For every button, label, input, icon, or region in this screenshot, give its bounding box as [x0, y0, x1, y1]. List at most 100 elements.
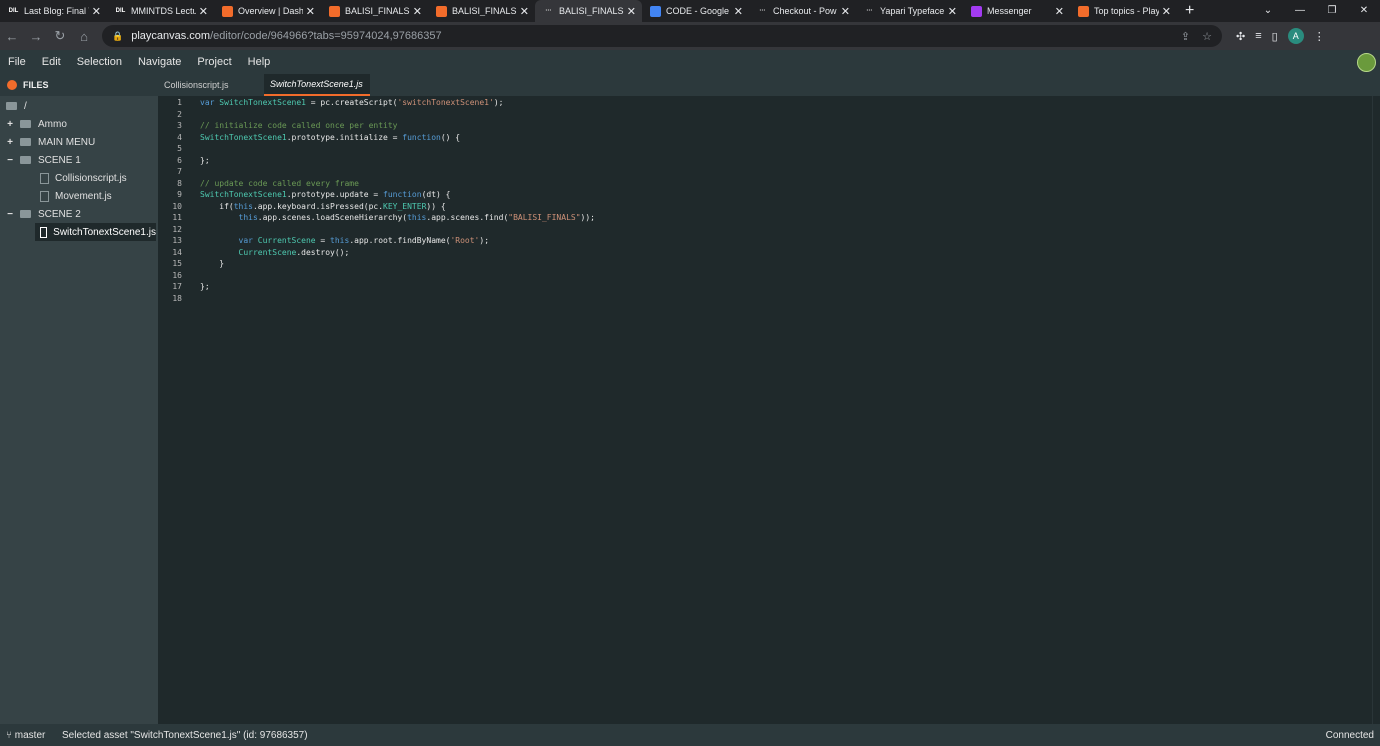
browser-tab[interactable]: Overview | Dash ✕	[214, 0, 321, 22]
tree-file-item[interactable]: Collisionscript.js	[0, 169, 158, 187]
tree-file-item[interactable]: Movement.js	[0, 187, 158, 205]
expand-toggle-icon[interactable]: +	[4, 119, 16, 130]
browser-tab[interactable]: ··· Checkout - Pow ✕	[749, 0, 856, 22]
share-icon[interactable]: ⇪	[1181, 30, 1190, 43]
close-tab-icon[interactable]: ✕	[1162, 5, 1171, 18]
files-panel-title: FILES	[23, 80, 49, 90]
line-number: 10	[172, 201, 182, 211]
menu-file[interactable]: File	[0, 56, 34, 68]
extensions-puzzle-icon[interactable]: ✣	[1236, 30, 1245, 43]
line-number: 13	[172, 236, 182, 245]
back-icon[interactable]: ←	[0, 29, 24, 44]
code-token: =	[315, 236, 331, 245]
code-text: };	[200, 155, 210, 167]
profile-avatar[interactable]: A	[1287, 28, 1304, 44]
code-editor[interactable]: 1 var SwitchTonextScene1 = pc.createScrip…	[158, 96, 1380, 724]
browser-tab[interactable]: Top topics - Play ✕	[1070, 0, 1177, 22]
expand-toggle-icon[interactable]: −	[4, 209, 16, 220]
code-line: 15 }	[158, 258, 1358, 270]
google-docs-favicon-icon	[650, 5, 661, 17]
reload-icon[interactable]: ↻	[48, 28, 72, 44]
menu-selection[interactable]: Selection	[69, 56, 130, 68]
folder-icon	[20, 210, 31, 218]
close-tab-icon[interactable]: ✕	[413, 5, 422, 18]
browser-tab[interactable]: CODE - Google ✕	[642, 0, 749, 22]
media-control-icon[interactable]: ≡	[1255, 30, 1261, 42]
browser-tab[interactable]: DIL MMINTDS Lectu ✕	[107, 0, 214, 22]
browser-tab-title: MMINTDS Lectu	[131, 6, 196, 16]
close-tab-icon[interactable]: ✕	[948, 5, 957, 18]
close-tab-icon[interactable]: ✕	[92, 5, 101, 18]
code-token: function	[383, 190, 422, 199]
browser-tab[interactable]: BALISI_FINALS | ✕	[428, 0, 535, 22]
tree-file-item[interactable]: SwitchTonextScene1.js	[35, 223, 156, 241]
branch-indicator[interactable]: ⑂ master	[0, 730, 62, 741]
line-number: 14	[172, 247, 182, 257]
browser-tab-title: Checkout - Pow	[773, 6, 837, 16]
minimize-icon[interactable]: —	[1284, 0, 1316, 22]
code-line: 3 // initialize code called once per enti…	[158, 120, 1358, 132]
expand-toggle-icon[interactable]: +	[4, 137, 16, 148]
line-number: 1	[177, 98, 182, 107]
menu-help[interactable]: Help	[240, 56, 279, 68]
code-line: 9 SwitchTonextScene1.prototype.update = f…	[158, 189, 1358, 201]
browser-tab[interactable]: ··· BALISI_FINALS | ✕	[535, 0, 642, 22]
code-line: 2	[158, 109, 1358, 121]
tree-folder-item[interactable]: /	[0, 97, 158, 115]
code-token: };	[200, 282, 210, 291]
code-token: this	[407, 213, 427, 222]
browser-tab[interactable]: Messenger ✕	[963, 0, 1070, 22]
new-tab-button[interactable]: +	[1177, 0, 1202, 22]
close-tab-icon[interactable]: ✕	[841, 5, 850, 18]
playcanvas-favicon-icon	[436, 5, 447, 17]
close-window-icon[interactable]: ✕	[1348, 0, 1380, 22]
editor-tab-collisionscript[interactable]: Collisionscript.js	[158, 74, 264, 96]
code-text: if(this.app.keyboard.isPressed(pc.KEY_EN…	[200, 201, 445, 213]
browser-menu-icon[interactable]: ⋮	[1314, 30, 1325, 43]
status-message: Selected asset "SwitchTonextScene1.js" (…	[62, 729, 308, 741]
browser-tab[interactable]: DIL Last Blog: Final V ✕	[0, 0, 107, 22]
files-panel-header: FILES	[0, 74, 158, 96]
browser-tab-strip: DIL Last Blog: Final V ✕ DIL MMINTDS Lectu ✕ O…	[0, 0, 1380, 22]
tree-folder-item[interactable]: − SCENE 2	[0, 205, 158, 223]
close-tab-icon[interactable]: ✕	[520, 5, 529, 18]
editor-scrollbar[interactable]	[1372, 96, 1380, 724]
menu-edit[interactable]: Edit	[34, 56, 69, 68]
line-number: 5	[177, 144, 182, 153]
browser-tab[interactable]: BALISI_FINALS | ✕	[321, 0, 428, 22]
browser-tab-title: Overview | Dash	[238, 6, 303, 16]
tree-item-label: Ammo	[38, 118, 67, 130]
app-menubar: File Edit Selection Navigate Project Hel…	[0, 50, 1380, 74]
expand-toggle-icon[interactable]: −	[4, 155, 16, 166]
browser-tab[interactable]: ··· Yapari Typeface ✕	[856, 0, 963, 22]
menu-project[interactable]: Project	[189, 56, 239, 68]
browser-tab-title: Messenger	[987, 6, 1032, 16]
playcanvas-logo-icon	[7, 80, 17, 90]
tree-folder-item[interactable]: + Ammo	[0, 115, 158, 133]
close-tab-icon[interactable]: ✕	[627, 5, 636, 18]
close-tab-icon[interactable]: ✕	[734, 5, 743, 18]
home-icon[interactable]: ⌂	[72, 29, 96, 44]
menu-navigate[interactable]: Navigate	[130, 56, 189, 68]
close-tab-icon[interactable]: ✕	[199, 5, 208, 18]
bookmark-star-icon[interactable]: ☆	[1202, 30, 1212, 43]
restore-icon[interactable]: ❐	[1316, 0, 1348, 22]
code-token: this	[233, 201, 253, 211]
tree-folder-item[interactable]: − SCENE 1	[0, 151, 158, 169]
tree-folder-item[interactable]: + MAIN MENU	[0, 133, 158, 151]
code-token: );	[479, 236, 490, 245]
playcanvas-favicon-icon	[329, 5, 340, 17]
code-token: if(	[200, 201, 234, 211]
line-number: 9	[177, 190, 182, 199]
tab-search-icon[interactable]: ⌄	[1252, 0, 1284, 22]
close-tab-icon[interactable]: ✕	[1055, 5, 1064, 18]
browser-tab-title: BALISI_FINALS |	[345, 6, 410, 16]
line-number: 16	[172, 270, 182, 280]
close-tab-icon[interactable]: ✕	[306, 5, 315, 18]
forward-icon[interactable]: →	[24, 29, 48, 44]
side-panel-icon[interactable]: ▯	[1272, 30, 1278, 43]
address-bar[interactable]: 🔒 playcanvas.com /editor/code/964966?tab…	[102, 25, 1222, 47]
user-avatar[interactable]	[1357, 53, 1376, 72]
code-line: 4 SwitchTonextScene1.prototype.initialize…	[158, 132, 1358, 144]
editor-tab-switchtonextscene1[interactable]: SwitchTonextScene1.js	[264, 74, 370, 96]
